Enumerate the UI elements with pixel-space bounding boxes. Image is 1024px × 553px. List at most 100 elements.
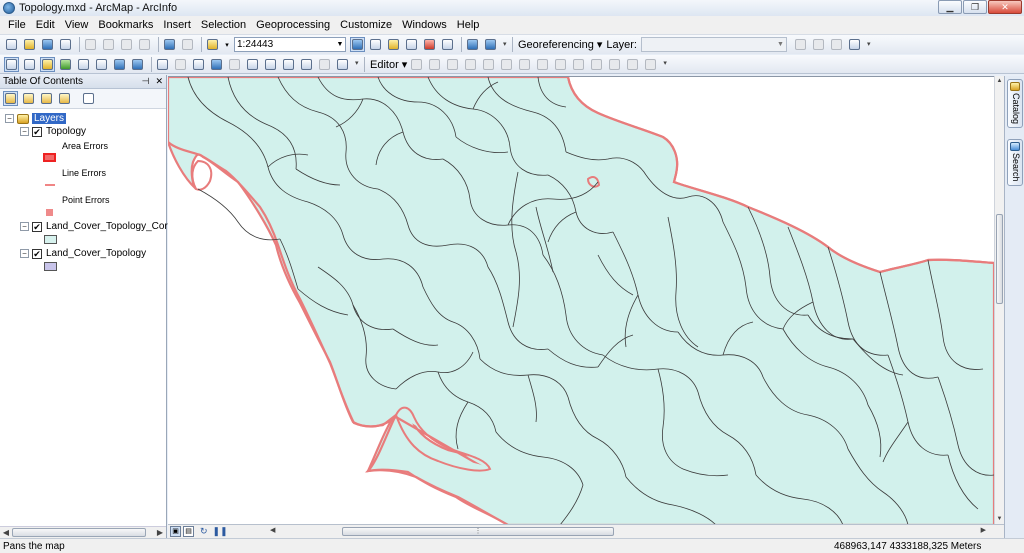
undo-icon[interactable] [162,37,177,52]
collapse-toggle[interactable]: − [20,127,29,136]
layer-name[interactable]: Land_Cover_Topology_Corre [46,221,177,232]
layer-visibility-checkbox[interactable]: ✔ [32,126,42,137]
edit-annotation-icon[interactable] [427,57,442,72]
line-errors-swatch[interactable] [45,184,55,186]
straight-segment-icon[interactable] [445,57,460,72]
pan-hand-icon[interactable] [40,56,55,72]
list-by-selection-icon[interactable] [57,91,72,106]
rotate-icon[interactable] [793,37,808,52]
whats-this-icon[interactable] [483,37,498,52]
menu-geoprocessing[interactable]: Geoprocessing [251,19,335,31]
menu-view[interactable]: View [60,19,94,31]
maximize-button[interactable]: ❐ [963,0,987,14]
delete-icon[interactable] [137,37,152,52]
cut-polygons-icon[interactable] [553,57,568,72]
add-control-points-icon[interactable] [829,37,844,52]
hyperlink-icon[interactable] [227,57,242,72]
catalog-tab[interactable]: Catalog [1007,79,1023,129]
full-extent-globe-icon[interactable] [58,57,73,72]
select-elements-arrow-icon[interactable] [191,57,206,72]
list-by-drawing-order-icon[interactable] [3,91,18,106]
search-tab[interactable]: Search [1007,139,1023,186]
editor-menu[interactable]: Editor ▾ [368,58,409,71]
georeferencing-menu[interactable]: Georeferencing ▾ [516,38,604,51]
modelbuilder-icon[interactable] [465,37,480,52]
redo-icon[interactable] [180,37,195,52]
reshape-icon[interactable] [535,57,550,72]
layout-view-icon[interactable]: ▤ [183,526,194,537]
forward-arrow-icon[interactable] [130,57,145,72]
end-point-arc-icon[interactable] [463,57,478,72]
tree-node-land-cover-topology[interactable]: − ✔ Land_Cover_Topology [20,247,146,260]
scroll-down-icon[interactable]: ▼ [995,516,1004,522]
close-icon[interactable]: ✕ [155,76,163,87]
new-document-icon[interactable] [4,37,19,52]
go-to-xy-icon[interactable] [299,57,314,72]
pause-drawing-icon[interactable]: ❚❚ [213,526,228,537]
menu-file[interactable]: File [3,19,31,31]
create-features-icon[interactable] [643,57,658,72]
table-of-contents-window-icon[interactable] [368,37,383,52]
scroll-right-icon[interactable]: ▶ [154,528,166,537]
scroll-left-icon[interactable]: ◀ [0,528,12,537]
point-errors-swatch[interactable] [46,209,53,216]
toolbar-grip-icon[interactable]: ▾ [355,59,361,69]
auto-hide-pin-icon[interactable]: ⊣ [142,76,150,87]
land-cover-swatch[interactable] [44,262,57,271]
time-slider-icon[interactable] [317,57,332,72]
add-data-dropdown-icon[interactable]: ▾ [223,37,231,52]
layers-label[interactable]: Layers [32,113,67,124]
minimize-button[interactable]: ▁ [938,0,962,14]
find-binoculars-icon[interactable] [263,57,278,72]
menu-edit[interactable]: Edit [31,19,60,31]
add-data-icon[interactable] [205,37,220,52]
save-icon[interactable] [40,37,55,52]
land-cover-corrected-swatch[interactable] [44,235,57,244]
html-popup-icon[interactable] [245,57,260,72]
trace-icon[interactable] [481,57,496,72]
arcmap-app-icon[interactable] [3,2,15,14]
catalog-window-icon[interactable] [386,37,401,52]
tree-node-topology[interactable]: − ✔ Topology [20,125,86,138]
scroll-thumb[interactable]: ⋮ [342,527,614,536]
rotate-features-icon[interactable] [589,57,604,72]
map-display[interactable] [168,76,994,524]
data-view-icon[interactable]: ▣ [170,526,181,537]
search-window-icon[interactable] [404,37,419,52]
edit-tool-icon[interactable] [409,57,424,72]
layer-name[interactable]: Land_Cover_Topology [46,248,146,259]
measure-icon[interactable] [281,57,296,72]
fixed-zoom-out-icon[interactable] [94,57,109,72]
sketch-properties-icon[interactable] [625,57,640,72]
toc-horizontal-scrollbar[interactable]: ◀ ▶ [0,526,166,538]
collapse-toggle[interactable]: − [5,114,14,123]
layer-combo[interactable]: ▼ [640,37,787,52]
toolbar-grip-icon[interactable]: ▾ [663,59,669,69]
zoom-out-icon[interactable] [22,57,37,72]
menu-help[interactable]: Help [452,19,485,31]
cut-icon[interactable] [83,37,98,52]
layer-visibility-checkbox[interactable]: ✔ [32,221,42,232]
layer-visibility-checkbox[interactable]: ✔ [32,248,42,259]
area-errors-swatch[interactable] [43,153,56,162]
map-vertical-scrollbar[interactable]: ▲ ▼ [994,76,1004,524]
scroll-left-icon[interactable]: ◀ [270,526,275,534]
identify-info-icon[interactable] [209,57,224,72]
list-by-source-icon[interactable] [21,91,36,106]
map-horizontal-scrollbar[interactable]: ◀ ⋮ ▶ [270,526,986,537]
toolbar-grip-icon[interactable]: ▾ [867,40,873,50]
tree-node-layers[interactable]: − Layers [5,112,67,125]
scroll-right-icon[interactable]: ▶ [981,526,986,534]
close-button[interactable]: ✕ [988,0,1022,14]
editor-toolbar-toggle-icon[interactable] [350,37,365,52]
list-by-visibility-icon[interactable] [39,91,54,106]
collapse-toggle[interactable]: − [20,249,29,258]
open-icon[interactable] [22,37,37,52]
scroll-thumb[interactable] [996,214,1003,304]
split-icon[interactable] [571,57,586,72]
tree-node-land-cover-topology-corrected[interactable]: − ✔ Land_Cover_Topology_Corre [20,220,177,233]
fixed-zoom-in-icon[interactable] [76,57,91,72]
refresh-icon[interactable]: ↻ [200,526,208,537]
back-arrow-icon[interactable] [112,57,127,72]
edit-vertices-icon[interactable] [517,57,532,72]
